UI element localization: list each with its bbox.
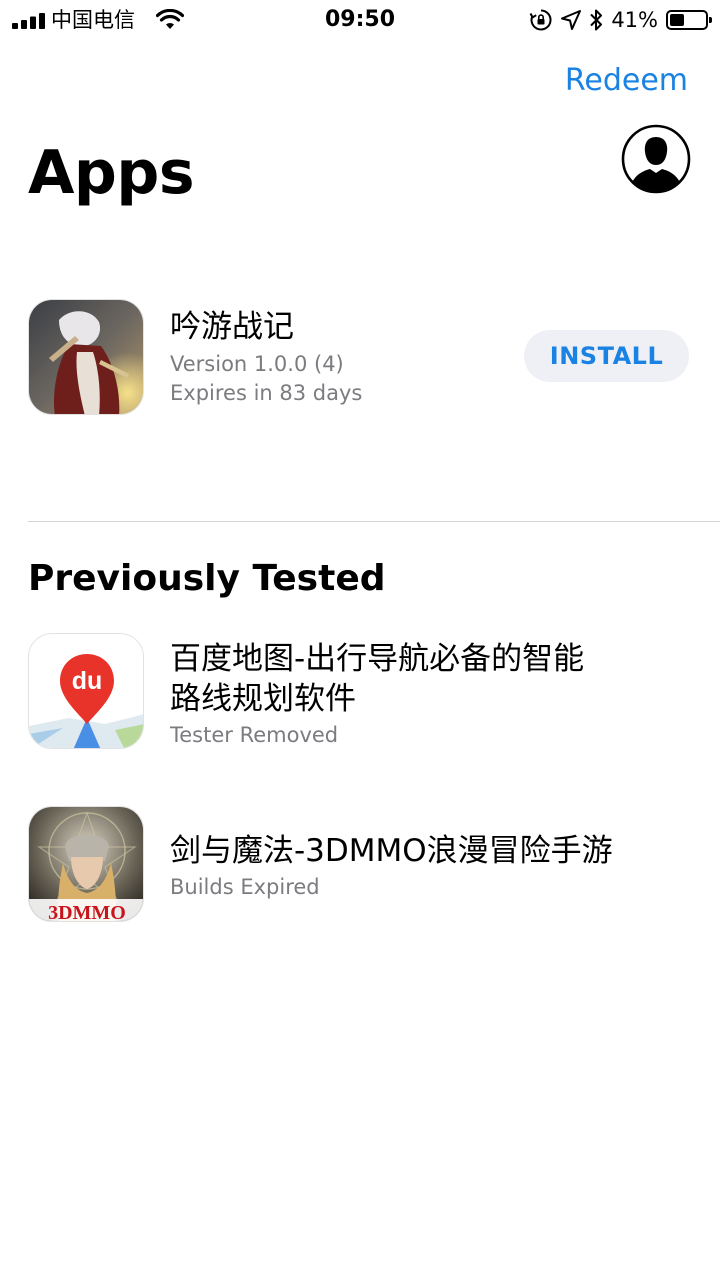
section-divider xyxy=(28,521,720,522)
app-icon-baidu-maps: du xyxy=(28,633,144,749)
battery-level-fill xyxy=(670,14,684,26)
app-name: 剑与魔法-3DMMO浪漫冒险手游 xyxy=(170,833,613,869)
app-icon-sword-and-magic: 3DMMO xyxy=(28,806,144,922)
redeem-button[interactable]: Redeem xyxy=(565,60,688,102)
bluetooth-icon xyxy=(590,9,603,31)
app-version: Version 1.0.0 (4) xyxy=(170,352,344,376)
battery-icon xyxy=(666,10,712,30)
map-pin-icon: du xyxy=(29,654,143,748)
orientation-lock-icon xyxy=(529,9,552,31)
status-bar: 中国电信 09:50 41% xyxy=(0,0,720,40)
location-arrow-icon xyxy=(561,10,582,30)
game-artwork-icon xyxy=(29,300,143,414)
3dmmo-logo-text: 3DMMO xyxy=(48,902,126,922)
account-avatar-icon[interactable] xyxy=(621,124,691,194)
app-expiry: Expires in 83 days xyxy=(170,381,363,405)
app-name: 吟游战记 xyxy=(170,309,294,345)
app-icon-yinyouzhanji xyxy=(28,299,144,415)
app-name-line2: 路线规划软件 xyxy=(170,681,356,717)
app-row-baidu-maps[interactable]: du 百度地图-出行导航必备的智能 路线规划软件 Tester Removed xyxy=(28,633,692,749)
app-name-line1: 百度地图-出行导航必备的智能 xyxy=(170,641,585,677)
app-row-sword-and-magic[interactable]: 3DMMO 剑与魔法-3DMMO浪漫冒险手游 Builds Expired xyxy=(28,806,692,922)
install-button[interactable]: INSTALL xyxy=(524,330,689,382)
app-status: Builds Expired xyxy=(170,875,320,899)
app-status: Tester Removed xyxy=(170,723,339,747)
status-right-group: 41% xyxy=(529,6,712,34)
battery-percent: 41% xyxy=(611,8,658,32)
app-row-yinyouzhanji[interactable]: 吟游战记 Version 1.0.0 (4) Expires in 83 day… xyxy=(28,299,692,415)
previously-tested-title: Previously Tested xyxy=(28,558,386,599)
game-character-icon: 3DMMO xyxy=(29,807,143,922)
baidu-du-logo-text: du xyxy=(72,667,103,695)
battery-tip xyxy=(709,17,712,23)
page-title: Apps xyxy=(28,138,195,208)
